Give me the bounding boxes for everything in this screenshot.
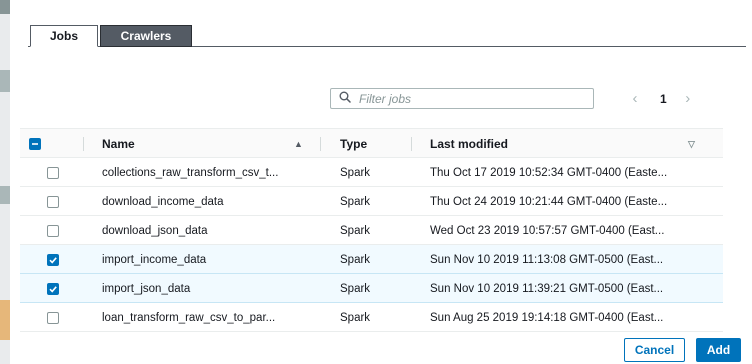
row-checkbox[interactable]: [47, 195, 59, 208]
job-name-cell: loan_transform_raw_csv_to_par...: [102, 311, 276, 324]
job-name-cell: import_json_data: [102, 282, 191, 295]
background-element: [0, 0, 10, 14]
tab-jobs[interactable]: Jobs: [30, 25, 98, 47]
filter-jobs-field[interactable]: [330, 88, 594, 109]
background-page-strip: [0, 0, 10, 364]
job-last-modified-cell: Sun Nov 10 2019 11:13:08 GMT-0500 (East.…: [430, 253, 664, 266]
pagination: ‹ 1 ›: [628, 88, 695, 109]
tab-bar: Jobs Crawlers: [28, 25, 746, 47]
jobs-table: Name ▲ Type Last modified ▽ collections_…: [20, 128, 723, 332]
job-type-cell: Spark: [340, 282, 371, 295]
add-jobs-modal: Jobs Crawlers ‹ 1 › Name ▲ Type: [10, 0, 752, 364]
job-type-cell: Spark: [340, 253, 371, 266]
column-header-last-modified[interactable]: Last modified ▽: [430, 129, 700, 159]
sort-unsorted-icon[interactable]: ▽: [688, 139, 695, 150]
job-type-cell: Spark: [340, 224, 371, 237]
job-name-cell: download_income_data: [102, 195, 224, 208]
job-last-modified-cell: Sun Nov 10 2019 11:39:21 GMT-0500 (East.…: [430, 282, 664, 295]
search-icon: [339, 91, 351, 106]
job-name-cell: download_json_data: [102, 224, 208, 237]
row-checkbox[interactable]: [47, 224, 59, 237]
table-row[interactable]: import_json_data Spark Sun Nov 10 2019 11:…: [20, 274, 723, 303]
row-select-cell: [47, 216, 59, 245]
select-all-cell: [29, 129, 41, 159]
job-last-modified-cell: Thu Oct 17 2019 10:52:34 GMT-0400 (Easte…: [430, 166, 668, 179]
row-select-cell: [47, 245, 59, 274]
table-row[interactable]: import_income_data Spark Sun Nov 10 2019 1…: [20, 245, 723, 274]
chevron-left-icon[interactable]: ‹: [628, 90, 642, 107]
job-last-modified-cell: Sun Aug 25 2019 19:14:18 GMT-0400 (East.…: [430, 311, 664, 324]
filter-jobs-input[interactable]: [359, 91, 579, 106]
add-button[interactable]: Add: [696, 338, 741, 362]
row-select-cell: [47, 158, 59, 187]
sort-ascending-icon[interactable]: ▲: [294, 139, 303, 149]
table-row[interactable]: download_income_data Spark Thu Oct 24 2019…: [20, 187, 723, 216]
current-page-number[interactable]: 1: [660, 92, 667, 106]
job-last-modified-cell: Wed Oct 23 2019 10:57:57 GMT-0400 (East.…: [430, 224, 665, 237]
row-checkbox[interactable]: [47, 166, 59, 179]
job-name-cell: import_income_data: [102, 253, 207, 266]
table-row[interactable]: collections_raw_transform_csv_t... Spark T…: [20, 158, 723, 187]
background-element: [0, 300, 10, 340]
job-name-cell: collections_raw_transform_csv_t...: [102, 166, 279, 179]
row-checkbox[interactable]: [47, 282, 59, 295]
column-label-last-modified: Last modified: [430, 137, 509, 151]
tab-crawlers[interactable]: Crawlers: [100, 25, 192, 47]
background-element: [0, 186, 10, 204]
table-row[interactable]: download_json_data Spark Wed Oct 23 2019 1…: [20, 216, 723, 245]
job-type-cell: Spark: [340, 311, 371, 324]
table-body: collections_raw_transform_csv_t... Spark T…: [20, 158, 723, 332]
column-divider: [83, 137, 84, 151]
column-header-type[interactable]: Type: [340, 129, 367, 159]
row-checkbox[interactable]: [47, 311, 59, 324]
table-header: Name ▲ Type Last modified ▽: [20, 128, 723, 158]
cancel-button[interactable]: Cancel: [624, 338, 685, 362]
row-select-cell: [47, 303, 59, 332]
column-divider: [411, 137, 412, 151]
table-row[interactable]: loan_transform_raw_csv_to_par... Spark Sun…: [20, 303, 723, 332]
job-last-modified-cell: Thu Oct 24 2019 10:21:44 GMT-0400 (Easte…: [430, 195, 668, 208]
job-type-cell: Spark: [340, 166, 371, 179]
chevron-right-icon[interactable]: ›: [681, 90, 695, 107]
row-select-cell: [47, 274, 59, 303]
column-header-name[interactable]: Name ▲: [102, 129, 303, 159]
background-element: [0, 70, 10, 92]
job-type-cell: Spark: [340, 195, 371, 208]
row-checkbox[interactable]: [47, 253, 59, 266]
column-divider: [320, 137, 321, 151]
select-all-checkbox[interactable]: [29, 138, 41, 150]
column-label-name: Name: [102, 137, 135, 151]
row-select-cell: [47, 187, 59, 216]
